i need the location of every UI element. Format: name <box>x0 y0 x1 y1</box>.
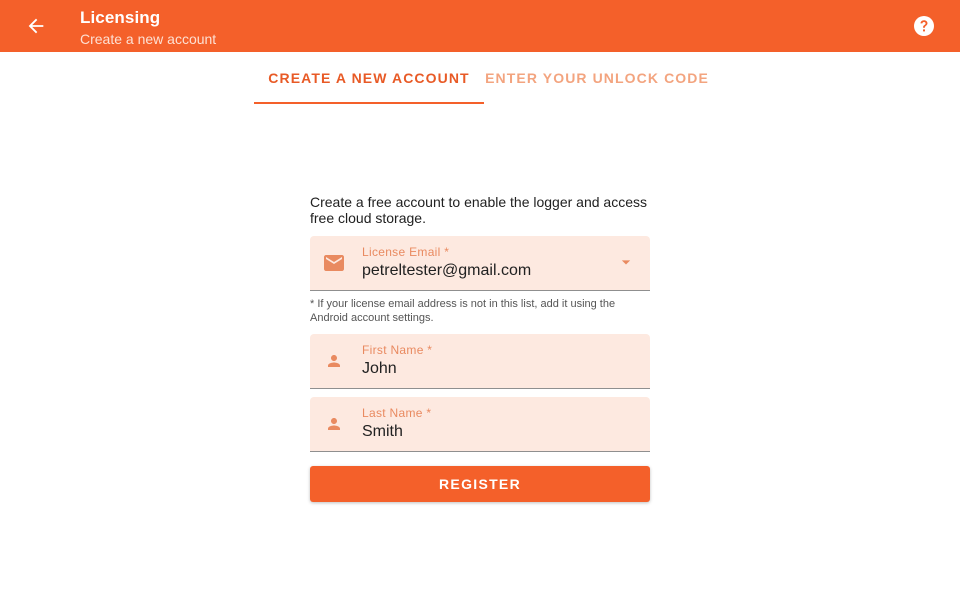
first-name-input[interactable] <box>362 360 602 378</box>
person-icon <box>328 418 340 430</box>
first-name-label: First Name * <box>362 343 433 357</box>
intro-text: Create a free account to enable the logg… <box>310 194 647 226</box>
tab-enter-unlock-code[interactable]: ENTER YOUR UNLOCK CODE <box>484 52 710 104</box>
last-name-field[interactable]: Last Name * <box>310 397 650 452</box>
app-bar: Licensing Create a new account <box>0 0 960 52</box>
person-icon <box>328 355 340 367</box>
email-icon <box>324 255 344 271</box>
last-name-input[interactable] <box>362 423 602 441</box>
page-title: Licensing <box>80 8 161 27</box>
chevron-down-icon[interactable] <box>616 252 636 272</box>
license-email-label: License Email * <box>362 245 450 259</box>
arrow-back-icon <box>28 18 44 34</box>
page-subtitle: Create a new account <box>80 31 217 47</box>
help-circle-icon <box>914 16 934 36</box>
license-email-value: petreltester@gmail.com <box>362 262 532 279</box>
tab-bar: CREATE A NEW ACCOUNT ENTER YOUR UNLOCK C… <box>254 52 710 104</box>
first-name-field[interactable]: First Name * <box>310 334 650 389</box>
back-button[interactable] <box>20 10 52 42</box>
tab-create-account[interactable]: CREATE A NEW ACCOUNT <box>254 52 484 104</box>
last-name-label: Last Name * <box>362 406 432 420</box>
register-button[interactable]: REGISTER <box>310 466 650 502</box>
help-button[interactable] <box>912 14 936 38</box>
email-hint-text: * If your license email address is not i… <box>310 298 616 324</box>
license-email-field[interactable]: License Email * petreltester@gmail.com <box>310 236 650 291</box>
